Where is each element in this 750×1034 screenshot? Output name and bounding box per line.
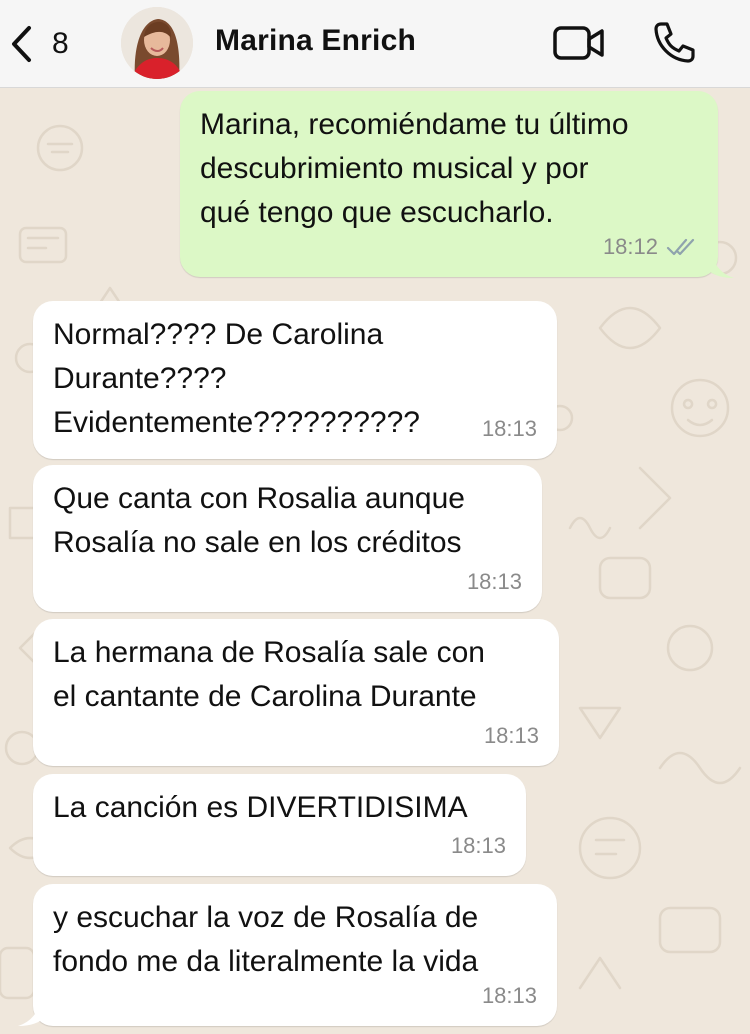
- message-text: Que canta con Rosalia aunque Rosalía no …: [53, 482, 465, 559]
- double-check-read-icon: [666, 238, 695, 256]
- message-text: y escuchar la voz de Rosalía de fondo me…: [53, 901, 479, 978]
- message-time: 18:13: [450, 833, 506, 858]
- message-bubble-incoming[interactable]: La canción es DIVERTIDISIMA 18:13: [33, 774, 526, 876]
- message-bubble-incoming[interactable]: y escuchar la voz de Rosalía de fondo me…: [33, 884, 557, 1026]
- message-text: Marina, recomiéndame tu último descubrim…: [200, 108, 629, 229]
- message-meta: 18:13: [484, 714, 539, 758]
- profile-photo: [121, 7, 193, 79]
- bubble-tail-outgoing: [704, 252, 734, 278]
- message-meta: 18:12: [603, 225, 698, 269]
- message-time: 18:13: [483, 723, 539, 748]
- back-button[interactable]: 8: [10, 22, 69, 66]
- contact-name[interactable]: Marina Enrich: [215, 24, 416, 58]
- message-time: 18:13: [481, 416, 537, 441]
- voice-call-button[interactable]: [652, 20, 696, 69]
- message-time: 18:12: [602, 234, 658, 259]
- message-meta: 18:13: [451, 824, 506, 868]
- message-bubble-incoming[interactable]: Normal???? De Carolina Durante???? Evide…: [33, 301, 557, 459]
- avatar[interactable]: [121, 7, 193, 79]
- chevron-left-icon: [12, 26, 31, 62]
- video-camera-icon: [553, 26, 604, 60]
- message-time: 18:13: [466, 569, 522, 594]
- chat-area[interactable]: Marina, recomiéndame tu último descubrim…: [0, 88, 750, 1034]
- message-meta: 18:13: [467, 560, 522, 604]
- phone-icon: [654, 22, 695, 63]
- bubble-tail-incoming: [18, 1000, 48, 1026]
- message-bubble-incoming[interactable]: Que canta con Rosalia aunque Rosalía no …: [33, 465, 542, 612]
- message-bubble-incoming[interactable]: La hermana de Rosalía sale con el cantan…: [33, 619, 559, 766]
- message-bubble-outgoing[interactable]: Marina, recomiéndame tu último descubrim…: [180, 91, 718, 277]
- message-text: Normal???? De Carolina Durante???? Evide…: [53, 318, 420, 439]
- message-meta: 18:13: [482, 974, 537, 1018]
- message-meta: 18:13: [482, 407, 537, 451]
- message-text: La hermana de Rosalía sale con el cantan…: [53, 636, 485, 713]
- video-call-button[interactable]: [552, 24, 606, 67]
- chat-header: 8 Marina Enrich: [0, 0, 750, 88]
- unread-count: 8: [52, 27, 69, 60]
- message-time: 18:13: [481, 983, 537, 1008]
- message-text: La canción es DIVERTIDISIMA: [53, 791, 468, 824]
